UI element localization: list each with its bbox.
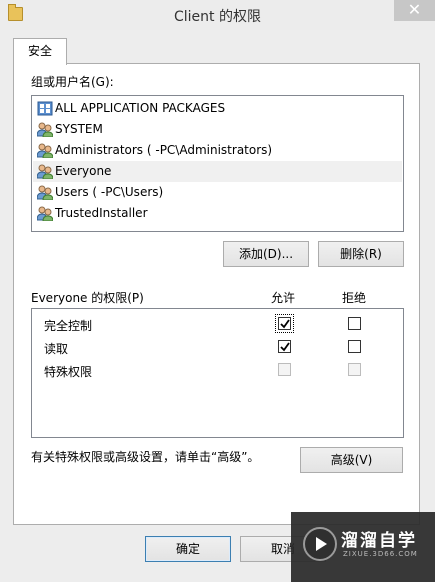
add-button[interactable]: 添加(D)... [223, 241, 309, 267]
allow-full-control-checkbox[interactable] [275, 314, 294, 333]
deny-header: 拒绝 [342, 291, 367, 305]
deny-special-checkbox [348, 363, 361, 376]
list-item-label: ALL APPLICATION PACKAGES [55, 101, 226, 115]
allow-read-checkbox[interactable] [278, 340, 291, 353]
list-item[interactable]: SYSTEM [33, 119, 402, 140]
list-item-label: Administrators ( -PC\Administrators) [55, 143, 273, 157]
list-item[interactable]: Users ( -PC\Users) [33, 182, 402, 203]
permission-name: 特殊权限 [44, 365, 93, 379]
users-group-icon [36, 206, 54, 222]
advanced-button[interactable]: 高级(V) [300, 447, 403, 473]
watermark-logo-icon [303, 527, 337, 561]
allow-header: 允许 [271, 291, 296, 305]
permission-name: 完全控制 [44, 319, 93, 333]
remove-button[interactable]: 删除(R) [318, 241, 404, 267]
list-item-label: Users ( -PC\Users) [55, 185, 164, 199]
list-item[interactable]: Administrators ( -PC\Administrators) [33, 140, 402, 161]
title-bar: Client 的权限 ✕ [0, 0, 435, 30]
users-group-icon [36, 164, 54, 180]
list-item-label: TrustedInstaller [55, 206, 148, 220]
list-item-label: Everyone [55, 164, 112, 178]
allow-special-checkbox [278, 363, 291, 376]
close-button[interactable]: ✕ [394, 0, 435, 21]
list-item[interactable]: ALL APPLICATION PACKAGES [33, 98, 402, 119]
permission-name: 读取 [44, 342, 69, 356]
app-packages-icon [37, 101, 53, 116]
permissions-label: Everyone 的权限(P) [31, 291, 144, 305]
list-item[interactable]: TrustedInstaller [33, 203, 402, 224]
list-item-label: SYSTEM [55, 122, 103, 136]
list-item[interactable]: Everyone [33, 161, 402, 182]
users-group-icon [36, 143, 54, 159]
tab-security[interactable]: 安全 [13, 38, 67, 65]
watermark: 溜溜自学 ZIXUE.3D66.COM [291, 512, 435, 582]
deny-full-control-checkbox[interactable] [348, 317, 361, 330]
checkmark-icon [280, 319, 290, 329]
groups-listbox[interactable]: ALL APPLICATION PACKAGES SYSTEM Administ… [31, 95, 404, 232]
users-group-icon [36, 185, 54, 201]
ok-button[interactable]: 确定 [145, 536, 231, 562]
window-title: Client 的权限 [174, 9, 261, 25]
groups-label: 组或用户名(G): [31, 75, 114, 89]
checkmark-icon [280, 342, 290, 352]
users-group-icon [36, 122, 54, 138]
deny-read-checkbox[interactable] [348, 340, 361, 353]
watermark-url: ZIXUE.3D66.COM [343, 550, 418, 558]
watermark-brand: 溜溜自学 [341, 531, 417, 551]
advanced-hint: 有关特殊权限或高级设置，请单击“高级”。 [31, 450, 260, 464]
